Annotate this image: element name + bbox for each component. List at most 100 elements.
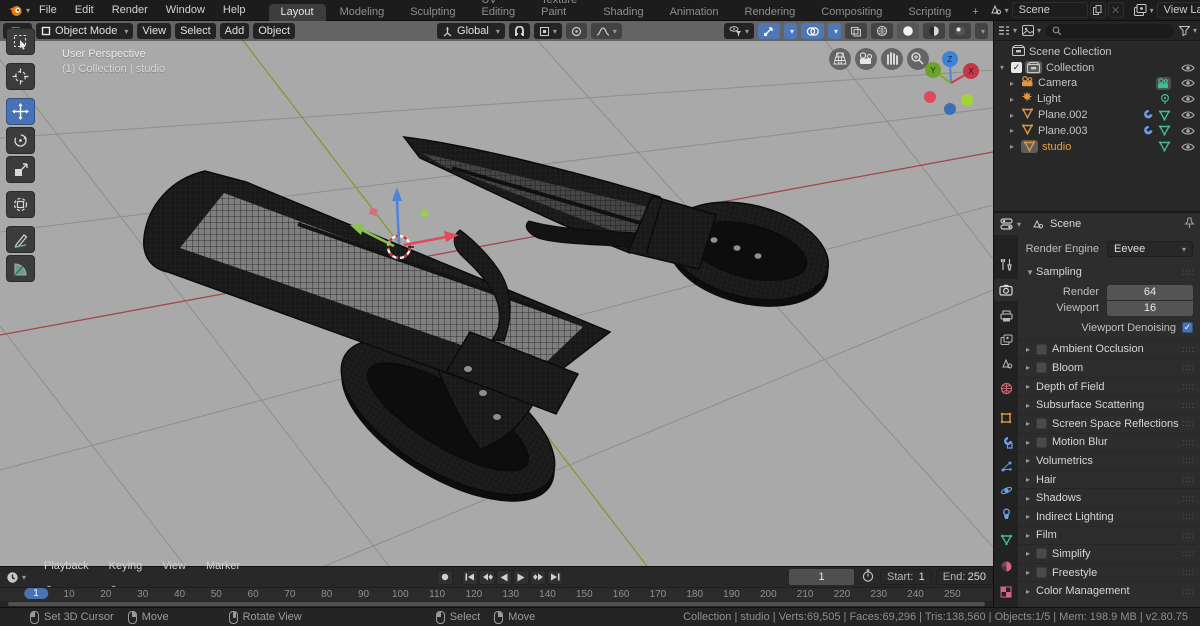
disclosure-right-icon[interactable]: ▸	[1026, 512, 1036, 521]
tab-modifiers[interactable]	[994, 431, 1018, 453]
disclosure-right-icon[interactable]: ▸	[1026, 419, 1036, 428]
transform-tool-icon[interactable]	[6, 191, 35, 218]
topbar-menu-help[interactable]: Help	[214, 0, 255, 21]
gizmos-toggle-button[interactable]	[757, 23, 780, 39]
workspace-tab-compositing[interactable]: Compositing	[809, 4, 894, 21]
section-volumetrics[interactable]: ▸ Volumetrics::::	[1018, 451, 1200, 470]
axis-neg-z-ball[interactable]	[944, 103, 956, 115]
tab-world[interactable]	[994, 377, 1018, 399]
sampling-render-field[interactable]: 64	[1107, 284, 1193, 300]
overlays-dropdown[interactable]: ▾	[827, 23, 841, 39]
scene-icon[interactable]: ▾	[988, 4, 1009, 16]
view-layer-name-field[interactable]: View Layer	[1156, 2, 1200, 18]
proportional-edit-button[interactable]	[565, 23, 587, 39]
scene-name-field[interactable]: Scene	[1011, 2, 1088, 18]
topbar-menu-render[interactable]: Render	[103, 0, 157, 21]
gizmo-plane-handle-y[interactable]	[420, 209, 429, 218]
section-motion-blur[interactable]: ▸ Motion Blur::::	[1018, 432, 1200, 452]
section-checkbox[interactable]	[1036, 343, 1047, 355]
section-checkbox[interactable]	[1036, 436, 1047, 448]
tab-particles[interactable]	[994, 455, 1018, 477]
drag-handle-icon[interactable]: ::::	[1182, 475, 1195, 484]
axis-y-ball[interactable]: Y	[930, 66, 936, 75]
axis-neg-x-ball[interactable]	[924, 91, 936, 103]
next-keyframe-button[interactable]	[530, 569, 547, 585]
viewport-nav-controls[interactable]: Z Y X	[829, 48, 979, 115]
overlays-toggle-button[interactable]	[800, 23, 824, 39]
disclosure-right-icon[interactable]: ▸	[1026, 401, 1036, 410]
stopwatch-icon[interactable]	[862, 569, 874, 585]
section-checkbox[interactable]	[1036, 548, 1047, 560]
disclosure-right-icon[interactable]: ▸	[1026, 475, 1036, 484]
scene-copy-button[interactable]	[1089, 2, 1106, 18]
workspace-tab-animation[interactable]: Animation	[658, 4, 731, 21]
eye-visibility-icon[interactable]	[1181, 78, 1195, 88]
drag-handle-icon[interactable]: ::::	[1182, 401, 1195, 410]
disclosure-right-icon[interactable]: ▸	[1026, 568, 1036, 577]
section-bloom[interactable]: ▸ Bloom::::	[1018, 358, 1200, 377]
render-engine-dropdown[interactable]: Eevee ▾	[1107, 241, 1193, 257]
shading-dropdown[interactable]: ▾	[974, 23, 988, 39]
proportional-falloff-dropdown[interactable]: ▾	[590, 23, 622, 39]
camera-view-button[interactable]	[855, 48, 877, 70]
workspace-tab-rendering[interactable]: Rendering	[733, 4, 808, 21]
disclosure-right-icon[interactable]: ▸	[1010, 142, 1021, 151]
add-workspace-button[interactable]: +	[965, 4, 985, 21]
section-checkbox[interactable]	[1036, 362, 1047, 374]
outliner-row-plane-002[interactable]: ▸ Plane.002	[994, 107, 1200, 123]
current-frame-field[interactable]: 1	[789, 569, 854, 585]
modifier-icon[interactable]	[1141, 125, 1153, 137]
light-data-icon[interactable]	[1159, 93, 1171, 105]
disclosure-right-icon[interactable]: ▸	[1010, 126, 1021, 135]
disclosure-right-icon[interactable]: ▸	[1026, 494, 1036, 503]
workspace-tab-texture-paint[interactable]: Texture Paint	[529, 0, 589, 21]
drag-handle-icon[interactable]: ::::	[1182, 549, 1195, 558]
eye-visibility-icon[interactable]	[1181, 142, 1195, 152]
rotate-tool-icon[interactable]	[6, 127, 35, 154]
tab-render[interactable]	[994, 279, 1018, 301]
viewport-menu-view[interactable]: View	[137, 23, 172, 39]
drag-handle-icon[interactable]: ::::	[1182, 363, 1195, 372]
sampling-viewport-field[interactable]: 16	[1107, 300, 1193, 316]
topbar-menu-file[interactable]: File	[30, 0, 66, 21]
timeline-scrollbar-thumb[interactable]	[8, 602, 985, 606]
current-frame-marker[interactable]: 1	[24, 588, 48, 599]
zoom-view-button[interactable]	[907, 48, 929, 70]
mesh-data-icon[interactable]	[1158, 109, 1171, 121]
play-button[interactable]	[513, 569, 530, 585]
drag-handle-icon[interactable]: ::::	[1182, 531, 1195, 540]
eye-visibility-icon[interactable]	[1181, 126, 1195, 136]
disclosure-right-icon[interactable]: ▸	[1026, 587, 1036, 596]
axis-gizmo[interactable]: Z Y X	[924, 51, 979, 115]
visibility-dropdown[interactable]: ▾	[723, 23, 754, 39]
workspace-tab-layout[interactable]: Layout	[268, 3, 326, 21]
play-reverse-button[interactable]	[496, 569, 513, 585]
cursor-tool-icon[interactable]	[6, 63, 35, 90]
section-freestyle[interactable]: ▸ Freestyle::::	[1018, 562, 1200, 582]
jump-to-start-button[interactable]	[462, 569, 479, 585]
viewport-canvas[interactable]: Z Y X	[0, 21, 993, 566]
tab-physics[interactable]	[994, 479, 1018, 501]
record-button[interactable]	[437, 569, 454, 585]
section-ambient-occlusion[interactable]: ▸ Ambient Occlusion::::	[1018, 339, 1200, 359]
outliner-row-studio[interactable]: ▸ studio	[994, 139, 1200, 155]
timeline-ruler[interactable]: 10 20 30 40 50 60 70 80 90 100 110 120 130 140 150 160 1…	[0, 587, 993, 601]
disclosure-right-icon[interactable]: ▸	[1026, 456, 1036, 465]
tab-constraints[interactable]	[994, 503, 1018, 525]
section-indirect-lighting[interactable]: ▸ Indirect Lighting::::	[1018, 506, 1200, 526]
section-subsurface-scattering[interactable]: ▸ Subsurface Scattering::::	[1018, 395, 1200, 414]
drag-handle-icon[interactable]: ::::	[1182, 568, 1195, 577]
viewport-menu-object[interactable]: Object	[253, 23, 296, 39]
section-sampling[interactable]: ▼ Sampling ::::	[1018, 263, 1200, 282]
section-film[interactable]: ▸ Film::::	[1018, 525, 1200, 545]
camera-data-icon[interactable]	[1156, 76, 1171, 90]
tab-material[interactable]	[994, 555, 1018, 577]
section-simplify[interactable]: ▸ Simplify::::	[1018, 544, 1200, 563]
disclosure-right-icon[interactable]: ▸	[1026, 345, 1036, 354]
scale-tool-icon[interactable]	[6, 156, 35, 183]
modifier-icon[interactable]	[1141, 109, 1153, 121]
workspace-tab-sculpting[interactable]: Sculpting	[398, 4, 467, 21]
workspace-tab-uv-editing[interactable]: UV Editing	[469, 0, 527, 21]
drag-handle-icon[interactable]: ::::	[1182, 382, 1195, 391]
mesh-data-icon[interactable]	[1158, 125, 1171, 137]
